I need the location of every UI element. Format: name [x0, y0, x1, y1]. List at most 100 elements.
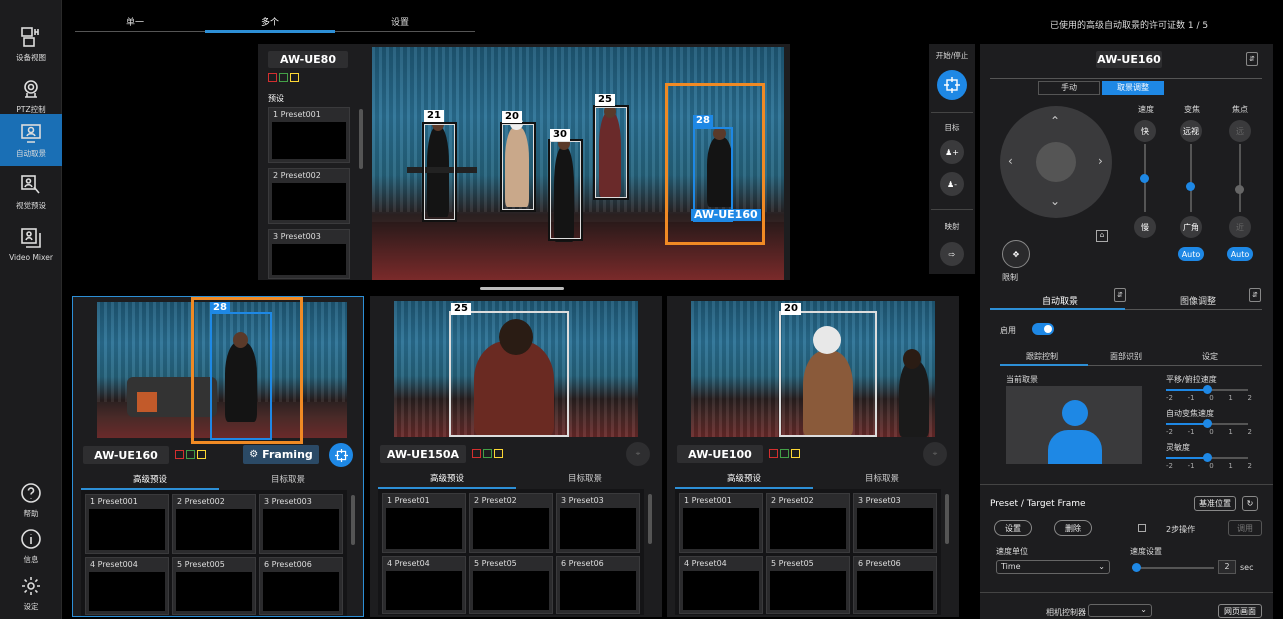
preset-item-4[interactable]: 4 Preset004: [85, 557, 169, 615]
zoom-auto-button[interactable]: Auto: [1178, 247, 1204, 261]
speed-unit-select[interactable]: Time ⌄: [996, 560, 1110, 574]
preset-item-6[interactable]: 6 Preset06: [556, 556, 640, 614]
tab-face-recognition[interactable]: 面部识别: [1110, 351, 1142, 362]
tab-target-framing[interactable]: 目标取景: [219, 470, 357, 490]
preset-item-1[interactable]: 1 Preset001: [679, 493, 763, 553]
camera-controller-select[interactable]: ⌄: [1088, 604, 1152, 617]
sidebar-item-info[interactable]: 信息: [0, 520, 62, 572]
preset-item-4[interactable]: 4 Preset04: [679, 556, 763, 614]
start-stop-button[interactable]: [937, 70, 967, 100]
speed-slider[interactable]: [1140, 174, 1149, 183]
two-step-checkbox[interactable]: [1138, 524, 1146, 532]
section-chevron-icon[interactable]: ⇵: [1114, 288, 1126, 302]
focus-slider[interactable]: [1235, 185, 1244, 194]
preset-scrollbar[interactable]: [648, 494, 652, 544]
preset-item-1[interactable]: 1 Preset001: [85, 494, 169, 554]
preset-item-5[interactable]: 5 Preset05: [469, 556, 553, 614]
tab-advanced-preset[interactable]: 高级预设: [378, 469, 516, 489]
tile-subject-box[interactable]: [210, 312, 272, 440]
zoom-slider[interactable]: [1186, 182, 1195, 191]
tile-subject-box[interactable]: [779, 311, 877, 437]
limit-button[interactable]: ✥: [1002, 240, 1030, 268]
main-preset-2[interactable]: 2 Preset002: [268, 168, 350, 224]
subject-box-21[interactable]: [422, 122, 457, 222]
resize-handle[interactable]: [480, 287, 564, 290]
focus-near-button[interactable]: 近: [1229, 216, 1251, 238]
main-preset-3[interactable]: 3 Preset003: [268, 229, 350, 279]
tab-target-framing[interactable]: 目标取景: [813, 469, 951, 489]
speed-slow-button[interactable]: 慢: [1134, 216, 1156, 238]
tab-auto-framing[interactable]: 自动取景: [1042, 294, 1078, 307]
tile-target-button[interactable]: [329, 443, 353, 467]
preset-item-3[interactable]: 3 Preset03: [853, 493, 937, 553]
tab-manual[interactable]: 手动: [1038, 81, 1100, 95]
preset-item-5[interactable]: 5 Preset05: [766, 556, 850, 614]
section-chevron-icon[interactable]: ⇵: [1249, 288, 1261, 302]
ptz-joystick[interactable]: ⌃ ⌄ ‹ ›: [1000, 106, 1112, 218]
preset-item-6[interactable]: 6 Preset06: [853, 556, 937, 614]
base-position-button[interactable]: 基准位置: [1194, 496, 1236, 511]
add-target-button[interactable]: ♟+: [940, 140, 964, 164]
preset-item-3[interactable]: 3 Preset03: [556, 493, 640, 553]
tile-target-button[interactable]: ⌖: [923, 442, 947, 466]
camera-feed-ue150a[interactable]: 25: [394, 301, 638, 437]
tile-target-button[interactable]: ⌖: [626, 442, 650, 466]
preset-item-2[interactable]: 2 Preset002: [172, 494, 256, 554]
tab-advanced-preset[interactable]: 高级预设: [675, 469, 813, 489]
tab-target-framing[interactable]: 目标取景: [516, 469, 654, 489]
subject-box-25[interactable]: [593, 105, 629, 200]
framing-button[interactable]: ⚙ Framing: [243, 445, 319, 464]
sidebar-item-device-view[interactable]: 设备视图: [0, 18, 62, 70]
remove-target-button[interactable]: ♟-: [940, 172, 964, 196]
tile-subject-box[interactable]: [449, 311, 569, 437]
focus-far-button[interactable]: 远: [1229, 120, 1251, 142]
tab-advanced-preset[interactable]: 高级预设: [81, 470, 219, 490]
speed-value-input[interactable]: 2: [1218, 560, 1236, 574]
enable-toggle[interactable]: [1032, 323, 1054, 335]
tab-single[interactable]: 单一: [110, 15, 160, 29]
sidebar-item-visual-preset[interactable]: 视觉预设: [0, 166, 62, 218]
main-preset-1[interactable]: 1 Preset001: [268, 107, 350, 163]
delete-button[interactable]: 删除: [1054, 520, 1092, 536]
refresh-button[interactable]: ↻: [1242, 496, 1258, 511]
preset-item-4[interactable]: 4 Preset04: [382, 556, 466, 614]
mapping-button[interactable]: ⇨: [940, 242, 964, 266]
preset-item-5[interactable]: 5 Preset005: [172, 557, 256, 615]
tab-tracking-control[interactable]: 跟踪控制: [1026, 351, 1058, 362]
camera-feed-ue160[interactable]: 28: [97, 297, 347, 444]
speed-setting-slider[interactable]: [1132, 563, 1141, 572]
preset-item-3[interactable]: 3 Preset003: [259, 494, 343, 554]
set-button[interactable]: 设置: [994, 520, 1032, 536]
main-camera-feed[interactable]: 21 20 30 25 28 AW-UE160: [372, 47, 784, 280]
preset-scrollbar[interactable]: [359, 109, 363, 169]
camera-tile-ue100[interactable]: 20 AW-UE100 ⌖ 高级预设 目标取景 1 Preset001 2 Pr…: [667, 296, 959, 617]
sidebar-item-settings[interactable]: 设定: [0, 570, 62, 616]
sidebar-item-help[interactable]: 帮助: [0, 474, 62, 526]
web-screen-button[interactable]: 网页画面: [1218, 604, 1262, 618]
camera-tile-ue160[interactable]: 28 AW-UE160 ⚙ Framing 高级预设 目标取景 1 Preset0…: [72, 296, 364, 617]
zoom-tele-button[interactable]: 远视: [1180, 120, 1202, 142]
tab-settings[interactable]: 设置: [375, 15, 425, 29]
tab-framing-adjust[interactable]: 取景调整: [1102, 81, 1164, 95]
speed-fast-button[interactable]: 快: [1134, 120, 1156, 142]
call-button[interactable]: 调用: [1228, 520, 1262, 536]
preset-scrollbar[interactable]: [351, 495, 355, 545]
preset-scrollbar[interactable]: [945, 494, 949, 544]
camera-select-chevron-icon[interactable]: ⇵: [1246, 52, 1258, 66]
preset-item-6[interactable]: 6 Preset006: [259, 557, 343, 615]
focus-auto-button[interactable]: Auto: [1227, 247, 1253, 261]
tab-multiple[interactable]: 多个: [245, 15, 295, 29]
preset-item-2[interactable]: 2 Preset02: [469, 493, 553, 553]
tab-image-adjust[interactable]: 图像调整: [1180, 294, 1216, 307]
preset-item-2[interactable]: 2 Preset02: [766, 493, 850, 553]
lock-icon[interactable]: ⌂: [1096, 230, 1108, 242]
pan-tilt-speed-slider[interactable]: [1203, 385, 1212, 394]
camera-feed-ue100[interactable]: 20: [691, 301, 935, 437]
subject-box-20[interactable]: [500, 122, 536, 212]
camera-tile-ue150a[interactable]: 25 AW-UE150A ⌖ 高级预设 目标取景 1 Preset01 2 Pr…: [370, 296, 662, 617]
sidebar-item-auto-framing[interactable]: 自动取景: [0, 114, 62, 166]
subject-box-30[interactable]: [548, 139, 583, 241]
sidebar-item-video-mixer[interactable]: Video Mixer: [0, 218, 62, 270]
preset-item-1[interactable]: 1 Preset01: [382, 493, 466, 553]
tab-sub-settings[interactable]: 设定: [1202, 351, 1218, 362]
